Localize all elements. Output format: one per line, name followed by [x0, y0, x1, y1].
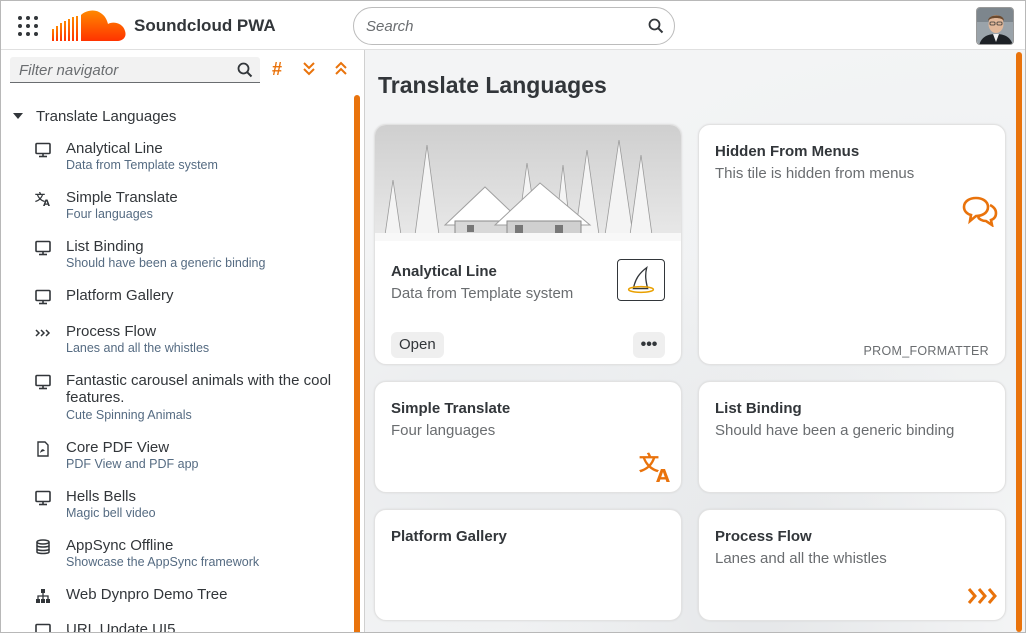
monitor-icon	[35, 142, 51, 158]
shell-search[interactable]	[353, 7, 675, 45]
app-launcher-icon[interactable]	[17, 15, 39, 37]
nav-item-subtitle: Showcase the AppSync framework	[66, 555, 260, 569]
nav-item-web-dynpro-demo-tree[interactable]: Web Dynpro Demo Tree	[35, 586, 335, 606]
nav-item-subtitle: Cute Spinning Animals	[66, 408, 192, 422]
tree-root-translate-languages[interactable]: Translate Languages	[13, 106, 176, 126]
filter-navigator-input[interactable]	[19, 61, 229, 79]
nav-item-subtitle: Data from Template system	[66, 158, 218, 172]
nav-item-platform-gallery[interactable]: Platform Gallery	[35, 287, 335, 307]
tile-footer-info: PROM_FORMATTER	[863, 344, 989, 358]
open-button[interactable]: Open	[391, 332, 444, 358]
hashtag-button[interactable]: #	[267, 59, 287, 79]
process-flow-icon	[35, 329, 51, 337]
nav-item-title: Web Dynpro Demo Tree	[66, 586, 228, 603]
tile-title: Process Flow	[715, 528, 812, 545]
witch-hat-icon	[627, 265, 655, 294]
more-options-button[interactable]: •••	[633, 332, 665, 358]
side-navigator: # Translate Languages Analytical Line Da…	[1, 50, 365, 633]
nav-item-title: List Binding	[66, 238, 144, 255]
nav-item-analytical-line[interactable]: Analytical Line Data from Template syste…	[35, 140, 335, 174]
nav-item-list-binding[interactable]: List Binding Should have been a generic …	[35, 238, 335, 272]
search-icon[interactable]	[648, 18, 664, 34]
tile-subtitle: Should have been a generic binding	[715, 422, 955, 439]
nav-item-title: Platform Gallery	[66, 287, 174, 304]
nav-item-title: Fantastic carousel animals with the cool…	[66, 372, 332, 406]
filter-field[interactable]	[10, 57, 260, 83]
monitor-icon	[35, 623, 51, 632]
caret-down-icon	[13, 113, 23, 119]
collapse-all-icon[interactable]	[331, 59, 351, 79]
tile-subtitle: Data from Template system	[391, 285, 574, 302]
tile-title: Platform Gallery	[391, 528, 507, 545]
svg-text:A: A	[656, 466, 670, 484]
nav-item-title: Analytical Line	[66, 140, 163, 157]
nav-item-core-pdf-view[interactable]: Core PDF View PDF View and PDF app	[35, 439, 335, 473]
nav-item-hells-bells[interactable]: Hells Bells Magic bell video	[35, 488, 335, 522]
witch-hat-logo	[617, 259, 665, 301]
nav-item-title: Core PDF View	[66, 439, 170, 456]
search-input[interactable]	[366, 16, 636, 36]
hierarchy-icon	[36, 589, 50, 603]
nav-item-subtitle: Lanes and all the whistles	[66, 341, 210, 355]
nav-item-subtitle: Should have been a generic binding	[66, 256, 266, 270]
translate-icon: 文A	[35, 191, 50, 207]
nav-item-title: Hells Bells	[66, 488, 137, 505]
app-title: Soundcloud PWA	[134, 16, 276, 35]
user-avatar[interactable]	[976, 7, 1014, 45]
tile-process-flow[interactable]: Process Flow Lanes and all the whistles	[698, 509, 1006, 621]
expand-all-icon[interactable]	[299, 59, 319, 79]
monitor-icon	[35, 289, 51, 305]
tile-platform-gallery[interactable]: Platform Gallery	[374, 509, 682, 621]
nav-item-subtitle: Four languages	[66, 207, 153, 221]
tile-subtitle: Four languages	[391, 422, 496, 439]
tile-subtitle: Lanes and all the whistles	[715, 550, 887, 567]
user-photo-icon	[977, 8, 1013, 44]
nav-item-url-update-ui5[interactable]: URL Update UI5	[35, 621, 335, 633]
tile-title: Analytical Line	[391, 263, 497, 280]
search-icon[interactable]	[237, 62, 253, 78]
process-flow-icon	[967, 588, 997, 604]
nav-item-subtitle: PDF View and PDF app	[66, 457, 199, 471]
soundcloud-logo-icon[interactable]	[51, 9, 127, 43]
svg-text:A: A	[43, 199, 50, 207]
monitor-icon	[35, 240, 51, 256]
tile-title: Simple Translate	[391, 400, 511, 417]
tile-analytical-line[interactable]: Analytical Line Data from Template syste…	[374, 124, 682, 365]
nav-item-process-flow[interactable]: Process Flow Lanes and all the whistles	[35, 323, 335, 357]
tile-hidden-from-menus[interactable]: Hidden From Menus This tile is hidden fr…	[698, 124, 1006, 365]
tile-simple-translate[interactable]: Simple Translate Four languages 文 A	[374, 381, 682, 493]
nav-item-title: AppSync Offline	[66, 537, 174, 554]
app-window: Soundcloud PWA Search Filter navigator #…	[0, 0, 1026, 633]
nav-item-appsync-offline[interactable]: AppSync Offline Showcase the AppSync fra…	[35, 537, 335, 571]
monitor-icon	[35, 490, 51, 506]
nav-item-title: Process Flow	[66, 323, 157, 340]
chat-bubbles-icon	[962, 196, 998, 227]
sidebar-scrollbar[interactable]	[354, 95, 360, 632]
main-scrollbar[interactable]	[1016, 52, 1022, 632]
snowy-house-image	[375, 125, 681, 241]
nav-item-simple-translate[interactable]: 文A Simple Translate Four languages	[35, 189, 335, 223]
page-title: Translate Languages	[378, 72, 607, 98]
nav-item-title: Simple Translate	[66, 189, 178, 206]
nav-item-title: URL Update UI5	[66, 621, 176, 633]
database-icon	[36, 539, 50, 555]
main-content: Translate Languages Analytical Line Data…	[365, 50, 1025, 632]
tile-title: Hidden From Menus	[715, 143, 860, 160]
nav-item-fantastic-carousel[interactable]: Fantastic carousel animals with the cool…	[35, 372, 335, 424]
tile-subtitle: This tile is hidden from menus	[715, 165, 915, 182]
nav-item-subtitle: Magic bell video	[66, 506, 156, 520]
shell-header: Soundcloud PWA	[1, 1, 1025, 50]
tile-list-binding[interactable]: List Binding Should have been a generic …	[698, 381, 1006, 493]
tree-root-label: Translate Languages	[36, 107, 177, 125]
pdf-icon	[37, 441, 49, 457]
hashtag-icon: #	[271, 59, 282, 79]
translate-icon: 文 A	[639, 451, 670, 484]
tile-title: List Binding	[715, 400, 802, 417]
monitor-icon	[35, 374, 51, 390]
